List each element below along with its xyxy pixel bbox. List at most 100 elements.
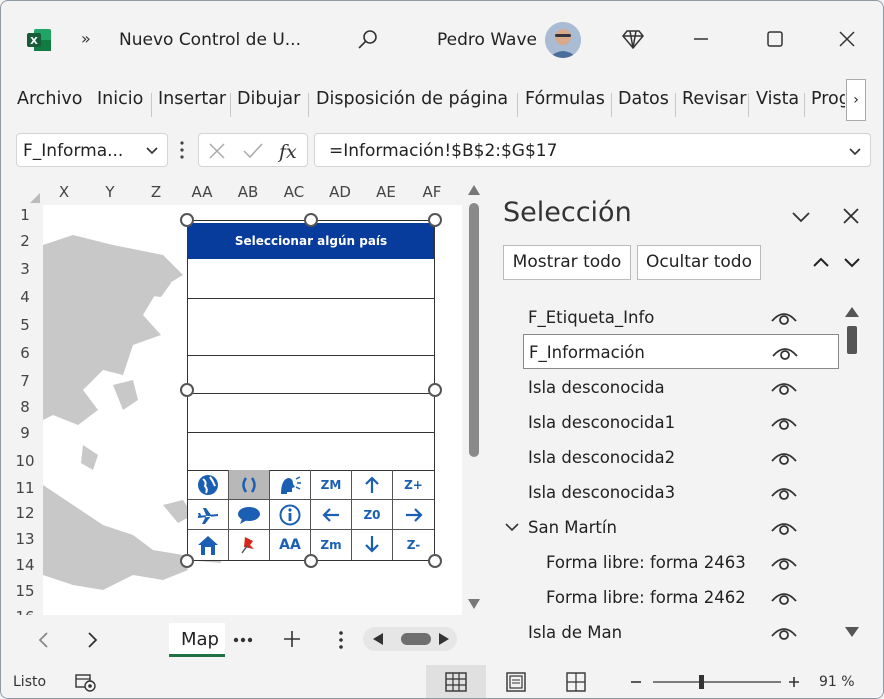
zoom-in-button[interactable]: Z+ bbox=[393, 470, 434, 500]
cancel-icon[interactable] bbox=[207, 141, 227, 161]
row-header[interactable]: 13 bbox=[10, 530, 40, 548]
resize-handle[interactable] bbox=[304, 213, 318, 227]
pan-right-button[interactable] bbox=[393, 500, 434, 530]
resize-handle[interactable] bbox=[180, 383, 194, 397]
column-header[interactable]: Y bbox=[90, 183, 130, 201]
row-header[interactable]: 1 bbox=[10, 206, 40, 224]
list-item[interactable]: Isla desconocida bbox=[503, 369, 843, 404]
pane-scrollbar-thumb[interactable] bbox=[847, 326, 857, 354]
sheet-tab-active[interactable]: Map bbox=[169, 623, 225, 657]
tab-dibujar[interactable]: Dibujar bbox=[237, 89, 300, 109]
eye-icon[interactable] bbox=[771, 379, 797, 397]
ribbon-scroll-right-button[interactable]: › bbox=[846, 79, 866, 121]
tab-insertar[interactable]: Insertar bbox=[158, 89, 226, 109]
chevron-down-icon[interactable] bbox=[145, 143, 159, 157]
search-icon[interactable] bbox=[356, 28, 380, 52]
row-header[interactable]: 6 bbox=[10, 344, 40, 362]
eye-icon[interactable] bbox=[771, 554, 797, 572]
select-all-icon[interactable] bbox=[30, 193, 40, 203]
show-all-button[interactable]: Mostrar todo bbox=[503, 245, 631, 280]
formula-input[interactable]: =Información!$B$2:$G$17 bbox=[314, 133, 871, 167]
row-header[interactable]: 15 bbox=[10, 582, 40, 600]
eye-icon[interactable] bbox=[771, 484, 797, 502]
scroll-up-icon[interactable] bbox=[468, 185, 480, 195]
row-header[interactable]: 9 bbox=[10, 424, 40, 442]
scroll-left-icon[interactable] bbox=[373, 633, 383, 645]
scroll-down-icon[interactable] bbox=[468, 599, 480, 609]
column-header[interactable]: AF bbox=[412, 183, 452, 201]
more-vertical-icon[interactable] bbox=[178, 139, 186, 161]
zoom-max-button[interactable]: ZM bbox=[311, 470, 352, 500]
tab-programador[interactable]: Prog bbox=[811, 89, 845, 109]
row-header[interactable]: 12 bbox=[10, 504, 40, 522]
refresh-button[interactable] bbox=[229, 470, 270, 500]
row-header[interactable]: 2 bbox=[10, 232, 40, 250]
row-header[interactable]: 11 bbox=[10, 479, 40, 497]
accessibility-icon[interactable] bbox=[75, 672, 97, 692]
column-header[interactable]: X bbox=[44, 183, 84, 201]
pan-up-button[interactable] bbox=[352, 470, 393, 500]
eye-icon[interactable] bbox=[772, 344, 798, 362]
resize-handle[interactable] bbox=[304, 554, 318, 568]
list-item[interactable]: F_Etiqueta_Info bbox=[503, 299, 843, 334]
scroll-right-icon[interactable] bbox=[439, 633, 449, 645]
chevron-right-icon[interactable] bbox=[85, 631, 99, 649]
chevron-down-icon[interactable] bbox=[790, 206, 812, 228]
list-item-child[interactable]: Forma libre: forma 2463 bbox=[503, 544, 843, 579]
chevron-left-icon[interactable] bbox=[37, 631, 51, 649]
column-header[interactable]: AB bbox=[228, 183, 268, 201]
minimize-icon[interactable] bbox=[689, 27, 713, 51]
maximize-icon[interactable] bbox=[763, 27, 787, 51]
comment-button[interactable] bbox=[229, 500, 270, 530]
list-item[interactable]: Isla de Man bbox=[503, 614, 843, 649]
zoom-min-button[interactable]: Zm bbox=[311, 530, 352, 560]
document-title[interactable]: Nuevo Control de U... bbox=[119, 30, 301, 50]
eye-icon[interactable] bbox=[771, 589, 797, 607]
row-header[interactable]: 4 bbox=[10, 288, 40, 306]
quick-access-more-icon[interactable]: » bbox=[81, 29, 91, 48]
list-item[interactable]: Isla desconocida2 bbox=[503, 439, 843, 474]
list-item[interactable]: Isla desconocida1 bbox=[503, 404, 843, 439]
list-item-child[interactable]: Forma libre: forma 2462 bbox=[503, 579, 843, 614]
pan-down-button[interactable] bbox=[352, 530, 393, 560]
speak-button[interactable] bbox=[270, 470, 311, 500]
row-header[interactable]: 16 bbox=[10, 608, 40, 615]
zoom-percentage[interactable]: 91 % bbox=[819, 674, 855, 690]
resize-handle[interactable] bbox=[428, 554, 442, 568]
bring-forward-icon[interactable] bbox=[810, 251, 832, 273]
scroll-up-icon[interactable] bbox=[845, 307, 859, 317]
more-vertical-icon[interactable] bbox=[338, 630, 344, 650]
column-header[interactable]: AD bbox=[320, 183, 360, 201]
horizontal-scrollbar[interactable] bbox=[363, 627, 457, 651]
info-shape[interactable]: Seleccionar algún país ZM Z+ Z0 AA Zm Z- bbox=[180, 213, 442, 568]
normal-view-button[interactable] bbox=[426, 665, 486, 698]
user-name[interactable]: Pedro Wave bbox=[437, 30, 537, 50]
globe-button[interactable] bbox=[188, 470, 229, 500]
row-header[interactable]: 14 bbox=[10, 556, 40, 574]
send-backward-icon[interactable] bbox=[841, 251, 863, 273]
row-header[interactable]: 8 bbox=[10, 398, 40, 416]
close-icon[interactable] bbox=[841, 206, 861, 226]
pan-left-button[interactable] bbox=[311, 500, 352, 530]
zoom-out-button[interactable]: Z- bbox=[393, 530, 434, 560]
tab-datos[interactable]: Datos bbox=[618, 89, 669, 109]
page-layout-icon[interactable] bbox=[505, 672, 527, 692]
row-header[interactable]: 5 bbox=[10, 316, 40, 334]
home-button[interactable] bbox=[188, 530, 229, 560]
pane-scrollbar[interactable] bbox=[842, 304, 862, 644]
horizontal-scrollbar-thumb[interactable] bbox=[401, 633, 431, 645]
chevron-down-icon[interactable] bbox=[505, 522, 519, 532]
tab-vista[interactable]: Vista bbox=[756, 89, 799, 109]
column-header[interactable]: Z bbox=[136, 183, 176, 201]
column-header[interactable]: AE bbox=[366, 183, 406, 201]
close-icon[interactable] bbox=[835, 27, 859, 51]
more-sheets-icon[interactable] bbox=[233, 637, 253, 643]
list-item-group[interactable]: San Martín bbox=[503, 509, 843, 544]
resize-handle[interactable] bbox=[180, 213, 194, 227]
eye-icon[interactable] bbox=[771, 624, 797, 642]
add-sheet-icon[interactable] bbox=[283, 630, 301, 648]
resize-handle[interactable] bbox=[180, 554, 194, 568]
insert-function-icon[interactable]: fx bbox=[277, 139, 303, 163]
tab-inicio[interactable]: Inicio bbox=[97, 89, 143, 109]
column-header[interactable]: AA bbox=[182, 183, 222, 201]
